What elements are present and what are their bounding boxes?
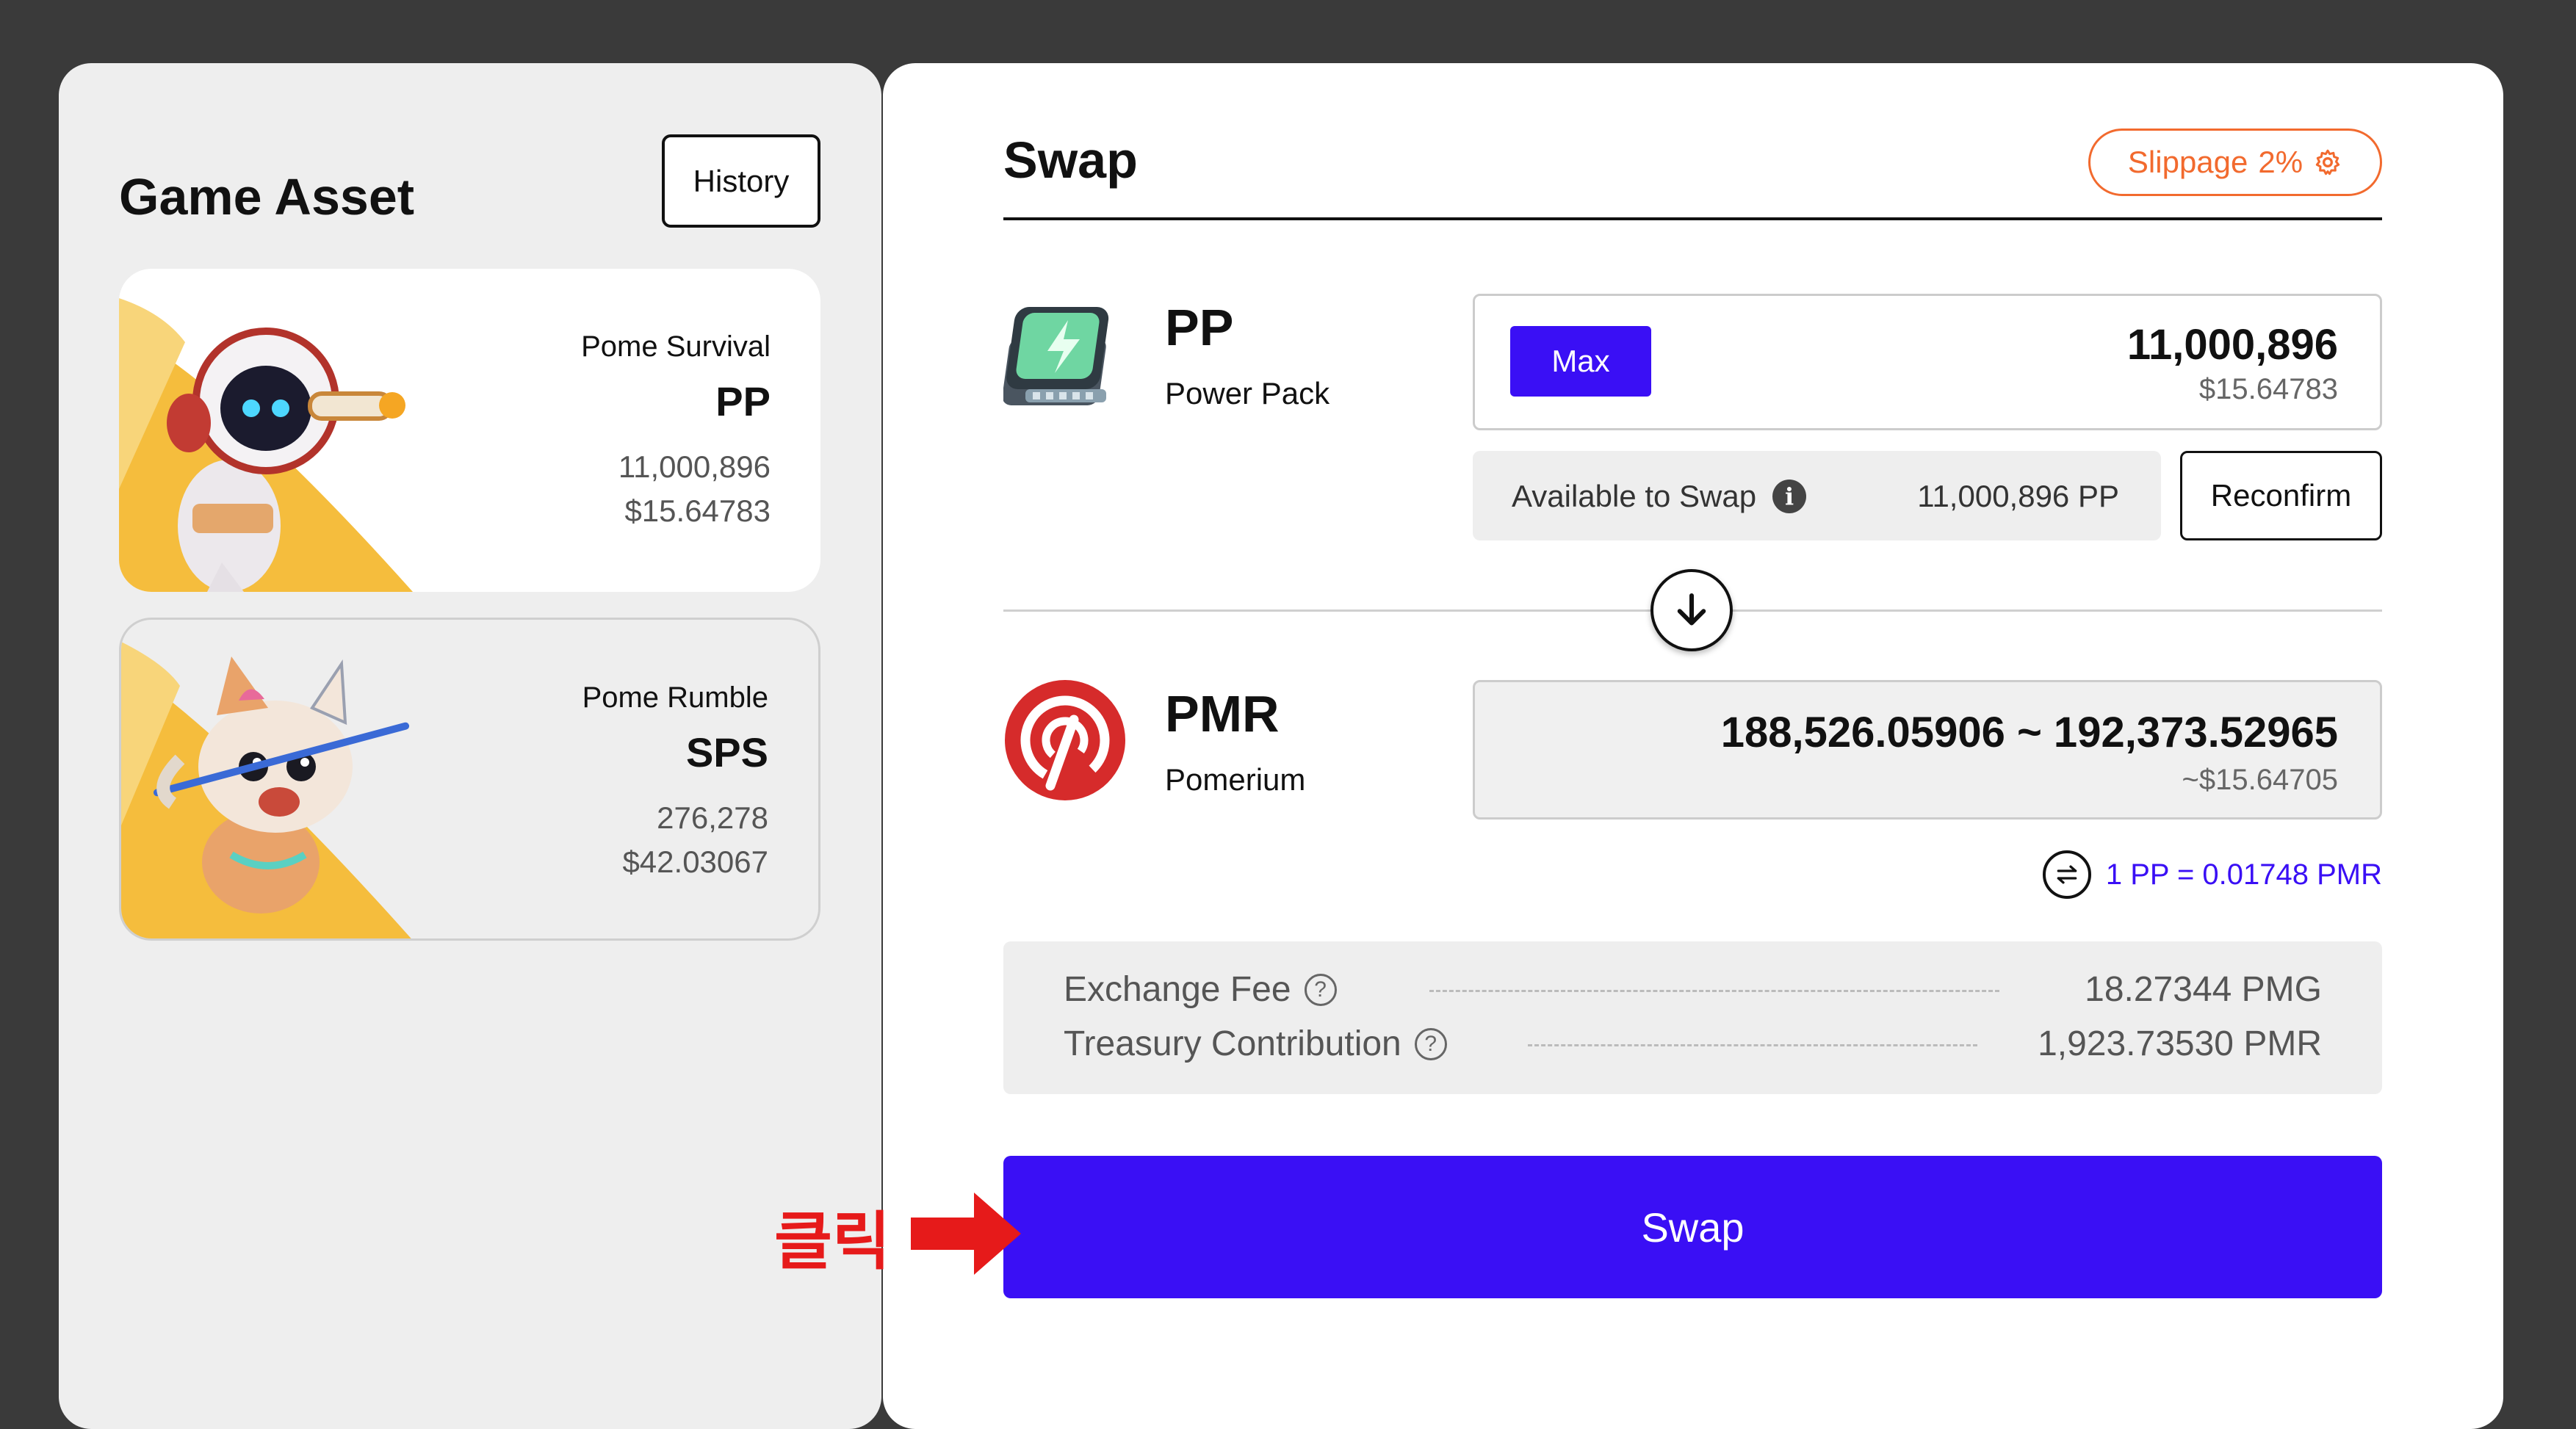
arrow-down-icon <box>1677 593 1706 626</box>
asset-ticker: SPS <box>685 729 768 775</box>
arrow-right-icon <box>911 1193 1021 1275</box>
swap-button[interactable]: Swap <box>1003 1156 2382 1298</box>
slippage-label: Slippage <box>2127 145 2248 179</box>
swap-rate-icon[interactable] <box>2042 850 2091 899</box>
reconfirm-button[interactable]: Reconfirm <box>2180 451 2382 540</box>
asset-usd-value: $42.03067 <box>622 844 768 879</box>
slippage-settings-button[interactable]: Slippage 2% <box>2088 129 2382 196</box>
slippage-value: 2% <box>2258 145 2303 179</box>
asset-game-name: Pome Survival <box>581 330 771 363</box>
asset-usd-value: $15.64783 <box>624 493 771 528</box>
available-to-swap-value: 11,000,896 PP <box>1917 479 2119 513</box>
available-to-swap-label: Available to Swap i <box>1512 479 1807 514</box>
power-pack-token-icon <box>1003 307 1109 405</box>
exchange-fee-label: Exchange Fee ? <box>1064 969 1337 1010</box>
asset-card-pome-survival[interactable]: Pome Survival PP 11,000,896 $15.64783 <box>119 269 820 592</box>
max-button[interactable]: Max <box>1510 326 1651 397</box>
gear-icon <box>2315 149 2340 176</box>
from-amount-value: 11,000,896 <box>2126 321 2338 369</box>
title-divider <box>1003 217 2382 220</box>
from-token-symbol: PP <box>1165 299 1234 356</box>
info-icon[interactable]: i <box>1772 480 1807 513</box>
fee-dotted-leader <box>1429 990 1999 992</box>
history-button[interactable]: History <box>662 134 820 228</box>
cat-character-art <box>121 642 411 938</box>
asset-ticker: PP <box>715 378 771 424</box>
exchange-rate-text: 1 PP = 0.01748 PMR <box>2105 858 2382 891</box>
to-token-symbol: PMR <box>1165 685 1280 742</box>
to-usd-value: ~$15.64705 <box>2182 764 2338 796</box>
fee-label-text: Exchange Fee <box>1064 970 1291 1009</box>
treasury-contribution-label: Treasury Contribution ? <box>1064 1024 1447 1064</box>
game-asset-title: Game Asset <box>119 168 415 225</box>
help-icon[interactable]: ? <box>1304 973 1337 1006</box>
click-annotation-text: 클릭 <box>774 1205 891 1278</box>
from-token-name: Power Pack <box>1165 376 1330 410</box>
asset-amount: 11,000,896 <box>618 449 771 484</box>
swap-direction-button[interactable] <box>1650 569 1733 651</box>
astronaut-character-art <box>119 298 413 592</box>
pomerium-token-icon <box>1005 680 1125 800</box>
treasury-contribution-value: 1,923.73530 PMR <box>2038 1024 2322 1063</box>
exchange-fee-value: 18.27344 PMG <box>2085 970 2322 1009</box>
asset-amount: 276,278 <box>657 800 768 835</box>
to-amount-range: 188,526.05906 ~ 192,373.52965 <box>1720 709 2338 756</box>
fee-label-text: Treasury Contribution <box>1064 1024 1401 1063</box>
help-icon[interactable]: ? <box>1414 1027 1447 1060</box>
swap-title: Swap <box>1003 131 1138 189</box>
asset-game-name: Pome Rumble <box>582 681 768 714</box>
to-token-name: Pomerium <box>1165 762 1306 797</box>
fee-summary <box>1003 941 2382 1094</box>
fee-dotted-leader <box>1528 1044 1977 1046</box>
exchange-rate[interactable]: 1 PP = 0.01748 PMR <box>2042 850 2382 899</box>
available-label-text: Available to Swap <box>1512 479 1757 513</box>
asset-card-pome-rumble[interactable]: Pome Rumble SPS 276,278 $42.03067 <box>119 618 820 941</box>
from-usd-value: $15.64783 <box>2198 373 2338 405</box>
